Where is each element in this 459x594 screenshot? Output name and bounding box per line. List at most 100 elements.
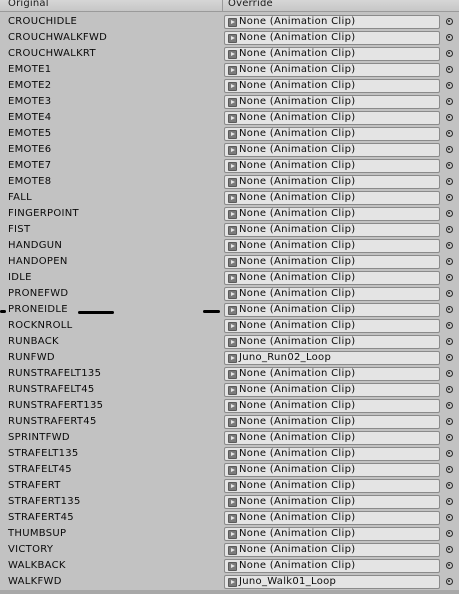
override-clip-field[interactable]: None (Animation Clip) [224,15,440,29]
override-clip-field[interactable]: None (Animation Clip) [224,159,440,173]
override-clip-field[interactable]: None (Animation Clip) [224,95,440,109]
override-clip-field[interactable]: None (Animation Clip) [224,191,440,205]
object-picker-icon[interactable] [446,434,453,441]
animation-clip-icon [228,66,237,75]
object-picker-icon[interactable] [446,386,453,393]
object-picker-icon[interactable] [446,98,453,105]
override-clip-field[interactable]: None (Animation Clip) [224,31,440,45]
override-row: RUNSTRAFELT45 None (Animation Clip) [0,382,459,398]
override-clip-field[interactable]: None (Animation Clip) [224,175,440,189]
object-picker-icon[interactable] [446,418,453,425]
animation-clip-icon [228,242,237,251]
override-clip-value: None (Animation Clip) [239,560,356,571]
object-picker-icon[interactable] [446,322,453,329]
override-clip-field[interactable]: None (Animation Clip) [224,271,440,285]
override-clip-field[interactable]: Juno_Run02_Loop [224,351,440,365]
override-clip-field[interactable]: None (Animation Clip) [224,319,440,333]
object-picker-icon[interactable] [446,258,453,265]
override-clip-field[interactable]: None (Animation Clip) [224,383,440,397]
override-clip-value: None (Animation Clip) [239,64,356,75]
object-picker-icon[interactable] [446,562,453,569]
object-picker-icon[interactable] [446,130,453,137]
object-picker-icon[interactable] [446,82,453,89]
override-clip-field[interactable]: None (Animation Clip) [224,495,440,509]
object-picker-icon[interactable] [446,226,453,233]
override-clip-field[interactable]: None (Animation Clip) [224,527,440,541]
object-picker-icon[interactable] [446,306,453,313]
animation-clip-icon [228,354,237,363]
animation-clip-icon [228,402,237,411]
object-picker-icon[interactable] [446,450,453,457]
override-clip-field[interactable]: None (Animation Clip) [224,303,440,317]
override-clip-field[interactable]: Juno_Walk01_Loop [224,575,440,589]
animation-clip-icon [228,370,237,379]
animation-clip-icon [228,226,237,235]
original-clip-name: EMOTE8 [8,176,52,187]
override-clip-field[interactable]: None (Animation Clip) [224,559,440,573]
animation-clip-icon [228,562,237,571]
object-picker-icon[interactable] [446,194,453,201]
override-clip-value: None (Animation Clip) [239,112,356,123]
object-picker-icon[interactable] [446,146,453,153]
override-clip-field[interactable]: None (Animation Clip) [224,223,440,237]
object-picker-icon[interactable] [446,578,453,585]
override-clip-field[interactable]: None (Animation Clip) [224,399,440,413]
object-picker-icon[interactable] [446,370,453,377]
animation-clip-icon [228,194,237,203]
override-row: HANDGUN None (Animation Clip) [0,238,459,254]
object-picker-icon[interactable] [446,242,453,249]
override-clip-field[interactable]: None (Animation Clip) [224,63,440,77]
bottom-edge [0,590,459,594]
override-clip-field[interactable]: None (Animation Clip) [224,239,440,253]
override-clip-field[interactable]: None (Animation Clip) [224,431,440,445]
object-picker-icon[interactable] [446,546,453,553]
object-picker-icon[interactable] [446,34,453,41]
override-clip-field[interactable]: None (Animation Clip) [224,47,440,61]
override-clip-field[interactable]: None (Animation Clip) [224,287,440,301]
override-clip-field[interactable]: None (Animation Clip) [224,143,440,157]
object-picker-icon[interactable] [446,50,453,57]
override-row: RUNFWD Juno_Run02_Loop [0,350,459,366]
object-picker-icon[interactable] [446,530,453,537]
object-picker-icon[interactable] [446,498,453,505]
override-clip-field[interactable]: None (Animation Clip) [224,255,440,269]
override-clip-field[interactable]: None (Animation Clip) [224,127,440,141]
column-divider[interactable] [222,0,223,11]
object-picker-icon[interactable] [446,514,453,521]
object-picker-icon[interactable] [446,466,453,473]
override-clip-field[interactable]: None (Animation Clip) [224,207,440,221]
object-picker-icon[interactable] [446,66,453,73]
override-clip-field[interactable]: None (Animation Clip) [224,111,440,125]
object-picker-icon[interactable] [446,274,453,281]
override-clip-field[interactable]: None (Animation Clip) [224,447,440,461]
original-clip-name: EMOTE1 [8,64,52,75]
override-column-header: Override [228,0,273,9]
override-row: CROUCHWALKFWD None (Animation Clip) [0,30,459,46]
object-picker-icon[interactable] [446,114,453,121]
object-picker-icon[interactable] [446,482,453,489]
object-picker-icon[interactable] [446,178,453,185]
object-picker-icon[interactable] [446,210,453,217]
override-clip-field[interactable]: None (Animation Clip) [224,367,440,381]
override-clip-field[interactable]: None (Animation Clip) [224,511,440,525]
override-clip-field[interactable]: None (Animation Clip) [224,335,440,349]
override-clip-value: None (Animation Clip) [239,32,356,43]
override-row: STRAFERT135 None (Animation Clip) [0,494,459,510]
object-picker-icon[interactable] [446,402,453,409]
object-picker-icon[interactable] [446,290,453,297]
object-picker-icon[interactable] [446,162,453,169]
override-clip-value: None (Animation Clip) [239,416,356,427]
override-clip-value: None (Animation Clip) [239,80,356,91]
override-clip-field[interactable]: None (Animation Clip) [224,479,440,493]
original-clip-name: CROUCHIDLE [8,16,78,27]
override-clip-field[interactable]: None (Animation Clip) [224,79,440,93]
object-picker-icon[interactable] [446,18,453,25]
override-row: PRONEFWD None (Animation Clip) [0,286,459,302]
override-clip-value: None (Animation Clip) [239,176,356,187]
original-clip-name: ROCKNROLL [8,320,73,331]
override-clip-field[interactable]: None (Animation Clip) [224,415,440,429]
object-picker-icon[interactable] [446,338,453,345]
override-clip-field[interactable]: None (Animation Clip) [224,543,440,557]
override-clip-field[interactable]: None (Animation Clip) [224,463,440,477]
object-picker-icon[interactable] [446,354,453,361]
